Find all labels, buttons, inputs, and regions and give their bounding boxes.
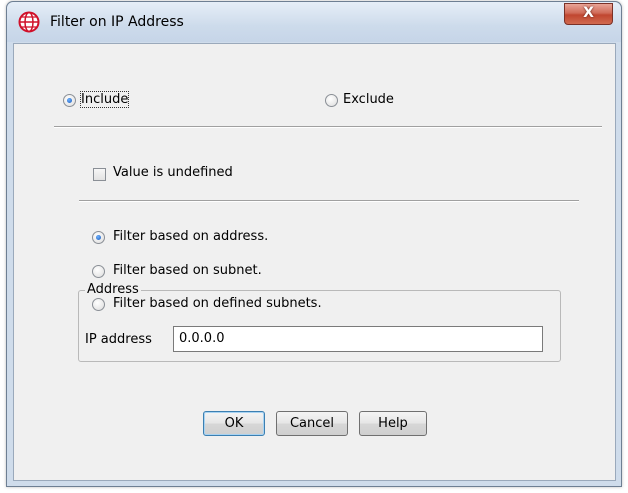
- ok-button[interactable]: OK: [203, 411, 265, 436]
- filter-address-label[interactable]: Filter based on address.: [113, 229, 268, 244]
- ip-address-label: IP address: [85, 332, 152, 347]
- filter-address-radio[interactable]: [92, 231, 105, 244]
- network-globe-icon: [18, 11, 40, 33]
- address-group-legend: Address: [85, 282, 141, 297]
- cancel-button[interactable]: Cancel: [276, 411, 348, 436]
- include-label[interactable]: Include: [79, 91, 130, 108]
- include-radio[interactable]: [63, 94, 76, 107]
- window-title: Filter on IP Address: [50, 14, 184, 30]
- separator: [54, 126, 602, 128]
- dialog-content: Include Exclude Value is undefined Filte…: [13, 43, 616, 481]
- title-bar[interactable]: Filter on IP Address X: [7, 2, 621, 42]
- filter-subnet-radio[interactable]: [92, 265, 105, 278]
- value-undefined-checkbox[interactable]: [93, 168, 106, 181]
- close-button[interactable]: X: [564, 3, 613, 25]
- value-undefined-label[interactable]: Value is undefined: [113, 165, 233, 180]
- help-button[interactable]: Help: [359, 411, 427, 436]
- ip-address-input[interactable]: 0.0.0.0: [173, 326, 543, 352]
- dialog-window: Filter on IP Address X Include Exclude V…: [6, 1, 622, 487]
- separator: [79, 200, 579, 202]
- filter-subnet-label[interactable]: Filter based on subnet.: [113, 263, 262, 278]
- close-icon: X: [583, 5, 594, 21]
- exclude-radio[interactable]: [325, 94, 338, 107]
- exclude-label[interactable]: Exclude: [343, 92, 394, 107]
